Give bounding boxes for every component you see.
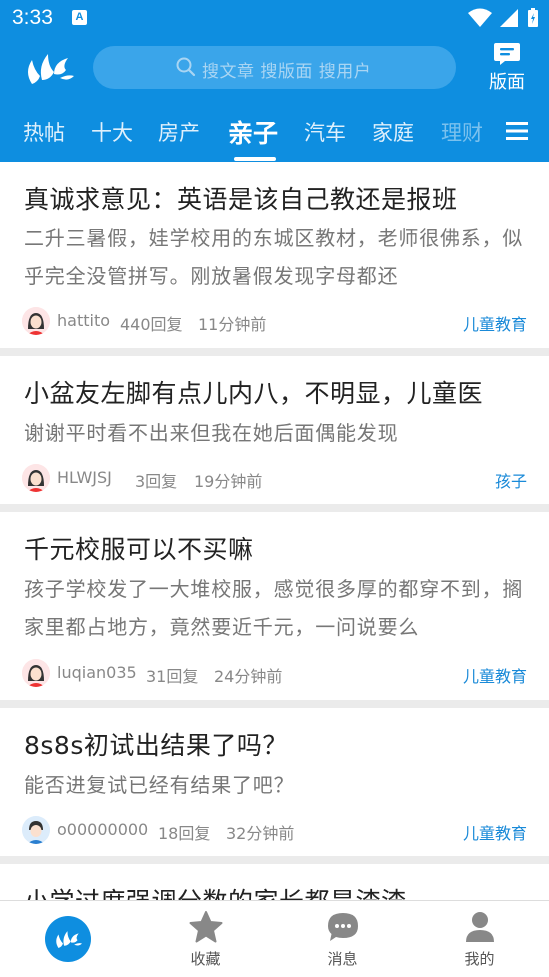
status-time: 3:33: [12, 6, 53, 29]
star-icon: [189, 911, 223, 943]
post-excerpt: 能否进复试已经有结果了吧？: [24, 773, 295, 797]
tab-parenting[interactable]: 亲子: [228, 114, 278, 150]
reply-count: 440回复: [120, 315, 183, 334]
home-logo-icon: [56, 931, 82, 948]
tab-top-ten[interactable]: 十大: [91, 117, 133, 147]
post-excerpt: 孩子学校发了一大堆校服，感觉很多厚的都穿不到，搁家里都占地方，竟然要近千元，一问…: [24, 577, 524, 639]
post-time: 32分钟前: [226, 824, 295, 843]
reply-count: 3回复: [135, 472, 178, 491]
battery-icon: [528, 8, 538, 27]
post-card[interactable]: 小学过度强调分数的家长都是渣渣: [0, 864, 549, 900]
active-tab-indicator: [234, 157, 276, 161]
post-title: 8s8s初试出结果了吗？: [24, 731, 288, 760]
post-title: 小盆友左脚有点儿内八，不明显，儿童医: [24, 379, 484, 408]
tab-cars[interactable]: 汽车: [304, 117, 346, 147]
bottom-navigation: 收藏 消息 我的: [0, 900, 549, 977]
avatar[interactable]: [22, 659, 50, 687]
post-excerpt: 谢谢平时看不出来但我在她后面偶能发现: [24, 421, 399, 445]
post-card[interactable]: 千元校服可以不买嘛 孩子学校发了一大堆校服，感觉很多厚的都穿不到，搁家里都占地方…: [0, 512, 549, 700]
avatar[interactable]: [22, 816, 50, 844]
post-author[interactable]: o00000000: [57, 820, 148, 839]
tab-finance[interactable]: 理财: [441, 117, 483, 147]
board-tag[interactable]: 儿童教育: [463, 311, 527, 335]
board-label: 版面: [489, 72, 525, 93]
post-feed: 真诚求意见：英语是该自己教还是报班 二升三暑假，娃学校用的东城区教材，老师很佛系…: [0, 162, 549, 900]
tab-family[interactable]: 家庭: [372, 117, 414, 147]
post-time: 24分钟前: [214, 667, 283, 686]
post-meta: HLWJSJ 3回复 19分钟前 孩子: [22, 464, 527, 492]
wifi-icon: [468, 8, 492, 27]
post-excerpt: 二升三暑假，娃学校用的东城区教材，老师很佛系，似乎完全没管拼写。刚放暑假发现字母…: [24, 226, 524, 288]
avatar[interactable]: [22, 464, 50, 492]
notification-icon: A: [72, 10, 87, 25]
user-icon: [466, 912, 494, 942]
avatar[interactable]: [22, 307, 50, 335]
nav-favorites[interactable]: 收藏: [137, 901, 274, 977]
tab-real-estate[interactable]: 房产: [158, 117, 200, 147]
nav-messages[interactable]: 消息: [274, 901, 411, 977]
board-tag[interactable]: 儿童教育: [463, 663, 527, 687]
female-avatar-icon: [22, 307, 50, 335]
reply-count: 31回复: [146, 667, 199, 686]
tab-hot[interactable]: 热帖: [23, 117, 65, 147]
menu-icon[interactable]: [506, 120, 528, 142]
nav-home[interactable]: [0, 901, 137, 977]
post-card[interactable]: 小盆友左脚有点儿内八，不明显，儿童医 谢谢平时看不出来但我在她后面偶能发现 HL…: [0, 356, 549, 504]
board-icon: [494, 43, 520, 65]
female-avatar-icon: [22, 659, 50, 687]
female-avatar-icon: [22, 464, 50, 492]
post-card[interactable]: 8s8s初试出结果了吗？ 能否进复试已经有结果了吧？ o00000000 18回…: [0, 708, 549, 856]
post-meta: o00000000 18回复 32分钟前 儿童教育: [22, 816, 527, 844]
search-icon: [176, 57, 196, 77]
category-tabs: 热帖 十大 房产 亲子 汽车 家庭 理财: [0, 112, 549, 162]
nav-mine[interactable]: 我的: [411, 901, 548, 977]
nav-mine-label: 我的: [464, 950, 495, 968]
board-tag[interactable]: 孩子: [495, 468, 527, 492]
post-author[interactable]: hattito: [57, 311, 110, 330]
search-placeholder: 搜文章 搜版面 搜用户: [202, 62, 372, 82]
reply-count: 18回复: [158, 824, 211, 843]
status-bar: 3:33 A: [0, 0, 549, 36]
post-author[interactable]: luqian035: [57, 663, 137, 682]
board-button[interactable]: 版面: [482, 42, 532, 94]
nav-messages-label: 消息: [327, 950, 358, 968]
male-avatar-icon: [22, 816, 50, 844]
post-meta: hattito 440回复 11分钟前 儿童教育: [22, 307, 527, 335]
message-icon: [328, 913, 358, 941]
search-input[interactable]: 搜文章 搜版面 搜用户: [93, 46, 456, 89]
post-author[interactable]: HLWJSJ: [57, 468, 112, 487]
post-title: 小学过度强调分数的家长都是渣渣: [24, 882, 407, 900]
top-bar: 3:33 A 搜文章 搜版面 搜用户 版面 热帖 十大 房产 亲子 汽车 家庭 …: [0, 0, 549, 162]
post-time: 19分钟前: [194, 472, 263, 491]
post-title: 千元校服可以不买嘛: [24, 535, 254, 564]
signal-icon: [500, 9, 518, 27]
post-title: 真诚求意见：英语是该自己教还是报班: [24, 185, 458, 214]
app-logo-icon[interactable]: [24, 50, 74, 86]
post-meta: luqian035 31回复 24分钟前 儿童教育: [22, 659, 527, 687]
nav-favorites-label: 收藏: [190, 950, 221, 968]
board-tag[interactable]: 儿童教育: [463, 820, 527, 844]
post-time: 11分钟前: [198, 315, 267, 334]
home-button[interactable]: [45, 916, 91, 962]
post-card[interactable]: 真诚求意见：英语是该自己教还是报班 二升三暑假，娃学校用的东城区教材，老师很佛系…: [0, 162, 549, 348]
